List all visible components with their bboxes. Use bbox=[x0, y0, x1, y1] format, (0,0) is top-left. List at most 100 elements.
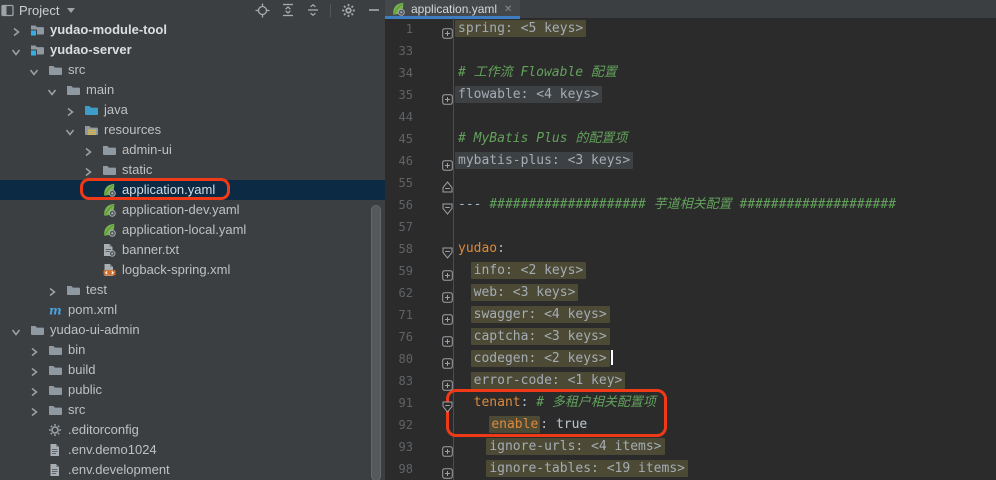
chevron-right-icon[interactable] bbox=[64, 104, 76, 116]
code-line-56[interactable]: 56--- #################### 芋道相关配置 ######… bbox=[385, 194, 996, 216]
tree-item-logback-spring-xml[interactable]: logback-spring.xml bbox=[0, 260, 385, 280]
code-line-93[interactable]: 93ignore-urls: <4 items> bbox=[385, 436, 996, 458]
tree-item-yudao-ui-admin[interactable]: yudao-ui-admin bbox=[0, 320, 385, 340]
chevron-down-icon[interactable] bbox=[10, 44, 22, 56]
tree-item-application-dev-yaml[interactable]: application-dev.yaml bbox=[0, 200, 385, 220]
folded-region[interactable]: mybatis-plus: <3 keys> bbox=[455, 152, 633, 169]
line-number: 98 bbox=[385, 458, 413, 480]
tree-item--env-development[interactable]: .env.development bbox=[0, 460, 385, 480]
code-line-92[interactable]: 92enable: true bbox=[385, 414, 996, 436]
folded-region[interactable]: info: <2 keys> bbox=[471, 262, 587, 279]
tree-item-src[interactable]: src bbox=[0, 400, 385, 420]
folded-region[interactable]: captcha: <3 keys> bbox=[471, 328, 610, 345]
fold-plus-icon[interactable] bbox=[442, 353, 453, 365]
tree-item-yudao-module-tool[interactable]: yudao-module-tool bbox=[0, 20, 385, 40]
locate-icon[interactable] bbox=[255, 3, 270, 18]
fold-plus-icon[interactable] bbox=[442, 287, 453, 299]
code-line-91[interactable]: 91tenant: # 多租户相关配置项 bbox=[385, 392, 996, 414]
code-line-44[interactable]: 44 bbox=[385, 106, 996, 128]
code-line-80[interactable]: 80codegen: <2 keys> bbox=[385, 348, 996, 370]
fold-plus-icon[interactable] bbox=[442, 375, 453, 387]
fold-plus-icon[interactable] bbox=[442, 89, 453, 101]
code-line-98[interactable]: 98 ignore-tables: <19 items> bbox=[385, 458, 996, 480]
code-token: : bbox=[521, 395, 537, 410]
tree-item-yudao-server[interactable]: yudao-server bbox=[0, 40, 385, 60]
tree-item-application-local-yaml[interactable]: application-local.yaml bbox=[0, 220, 385, 240]
code-line-1[interactable]: 1spring: <5 keys> bbox=[385, 18, 996, 40]
chevron-down-icon[interactable] bbox=[64, 124, 76, 136]
hide-icon[interactable] bbox=[366, 3, 381, 18]
code-line-59[interactable]: 59info: <2 keys> bbox=[385, 260, 996, 282]
fold-top-icon[interactable] bbox=[442, 177, 453, 189]
code-line-33[interactable]: 33 bbox=[385, 40, 996, 62]
code-line-35[interactable]: 35flowable: <4 keys> bbox=[385, 84, 996, 106]
folded-region[interactable]: swagger: <4 keys> bbox=[471, 306, 610, 323]
settings-icon[interactable] bbox=[341, 3, 356, 18]
fold-plus-icon[interactable] bbox=[442, 441, 453, 453]
chevron-down-icon[interactable] bbox=[28, 64, 40, 76]
code-line-76[interactable]: 76captcha: <3 keys> bbox=[385, 326, 996, 348]
fold-plus-icon[interactable] bbox=[442, 265, 453, 277]
code-line-58[interactable]: 58yudao: bbox=[385, 238, 996, 260]
fold-plus-icon[interactable] bbox=[442, 23, 453, 35]
chevron-right-icon[interactable] bbox=[28, 384, 40, 396]
code-line-62[interactable]: 62web: <3 keys> bbox=[385, 282, 996, 304]
chevron-right-icon[interactable] bbox=[82, 164, 94, 176]
folded-region[interactable]: ignore-tables: <19 items> bbox=[486, 460, 688, 477]
chevron-right-icon[interactable] bbox=[82, 144, 94, 156]
tree-scrollbar-thumb[interactable] bbox=[371, 205, 381, 480]
folded-region[interactable]: error-code: <1 key> bbox=[471, 372, 626, 389]
chevron-right-icon[interactable] bbox=[46, 284, 58, 296]
tree-item-public[interactable]: public bbox=[0, 380, 385, 400]
fold-plus-icon[interactable] bbox=[442, 309, 453, 321]
chevron-down-icon[interactable] bbox=[46, 84, 58, 96]
tree-item-java[interactable]: java bbox=[0, 100, 385, 120]
close-icon[interactable]: ✕ bbox=[504, 4, 512, 15]
tree-item-application-yaml[interactable]: application.yaml bbox=[0, 180, 385, 200]
fold-plus-icon[interactable] bbox=[442, 331, 453, 343]
tree-item-resources[interactable]: resources bbox=[0, 120, 385, 140]
folded-region[interactable]: flowable: <4 keys> bbox=[455, 86, 602, 103]
tree-item-src[interactable]: src bbox=[0, 60, 385, 80]
chevron-down-icon[interactable] bbox=[10, 324, 22, 336]
folded-region[interactable]: web: <3 keys> bbox=[471, 284, 579, 301]
code-line-57[interactable]: 57 bbox=[385, 216, 996, 238]
code-editor[interactable]: 1spring: <5 keys>3334# 工作流 Flowable 配置35… bbox=[385, 18, 996, 480]
chevron-right-icon[interactable] bbox=[10, 24, 22, 36]
tree-item-admin-ui[interactable]: admin-ui bbox=[0, 140, 385, 160]
folded-region[interactable]: ignore-urls: <4 items> bbox=[486, 438, 664, 455]
code-line-34[interactable]: 34# 工作流 Flowable 配置 bbox=[385, 62, 996, 84]
fold-plus-icon[interactable] bbox=[442, 155, 453, 167]
code-line-46[interactable]: 46mybatis-plus: <3 keys> bbox=[385, 150, 996, 172]
collapse-all-icon[interactable] bbox=[305, 3, 320, 18]
code-line-45[interactable]: 45# MyBatis Plus 的配置项 bbox=[385, 128, 996, 150]
xml-file-icon bbox=[102, 263, 117, 277]
tree-item-main[interactable]: main bbox=[0, 80, 385, 100]
chevron-right-icon[interactable] bbox=[28, 364, 40, 376]
tree-item-pom-xml[interactable]: mpom.xml bbox=[0, 300, 385, 320]
fold-open-icon[interactable] bbox=[442, 397, 453, 409]
tree-item-build[interactable]: build bbox=[0, 360, 385, 380]
tree-item--env-demo1024[interactable]: .env.demo1024 bbox=[0, 440, 385, 460]
tree-item-bin[interactable]: bin bbox=[0, 340, 385, 360]
folded-region[interactable]: spring: <5 keys> bbox=[455, 20, 586, 37]
tree-item--editorconfig[interactable]: .editorconfig bbox=[0, 420, 385, 440]
chevron-down-icon[interactable] bbox=[67, 8, 75, 13]
tree-item-banner-txt[interactable]: banner.txt bbox=[0, 240, 385, 260]
chevron-right-icon[interactable] bbox=[28, 344, 40, 356]
fold-open-icon[interactable] bbox=[442, 199, 453, 211]
chevron-right-icon[interactable] bbox=[28, 404, 40, 416]
code-line-83[interactable]: 83error-code: <1 key> bbox=[385, 370, 996, 392]
code-line-55[interactable]: 55 bbox=[385, 172, 996, 194]
code-line-71[interactable]: 71swagger: <4 keys> bbox=[385, 304, 996, 326]
tree-item-test[interactable]: test bbox=[0, 280, 385, 300]
tab-application-yaml[interactable]: application.yaml ✕ bbox=[385, 0, 520, 18]
editor-area: application.yaml ✕ 1spring: <5 keys>3334… bbox=[385, 0, 996, 480]
fold-open-icon[interactable] bbox=[442, 243, 453, 255]
expand-all-icon[interactable] bbox=[280, 3, 295, 18]
tree-item-static[interactable]: static bbox=[0, 160, 385, 180]
folded-region[interactable]: codegen: <2 keys> bbox=[471, 350, 610, 367]
project-panel-header[interactable]: Project bbox=[0, 0, 385, 20]
fold-plus-icon[interactable] bbox=[442, 463, 453, 475]
code-text: swagger: <4 keys> bbox=[385, 304, 996, 326]
